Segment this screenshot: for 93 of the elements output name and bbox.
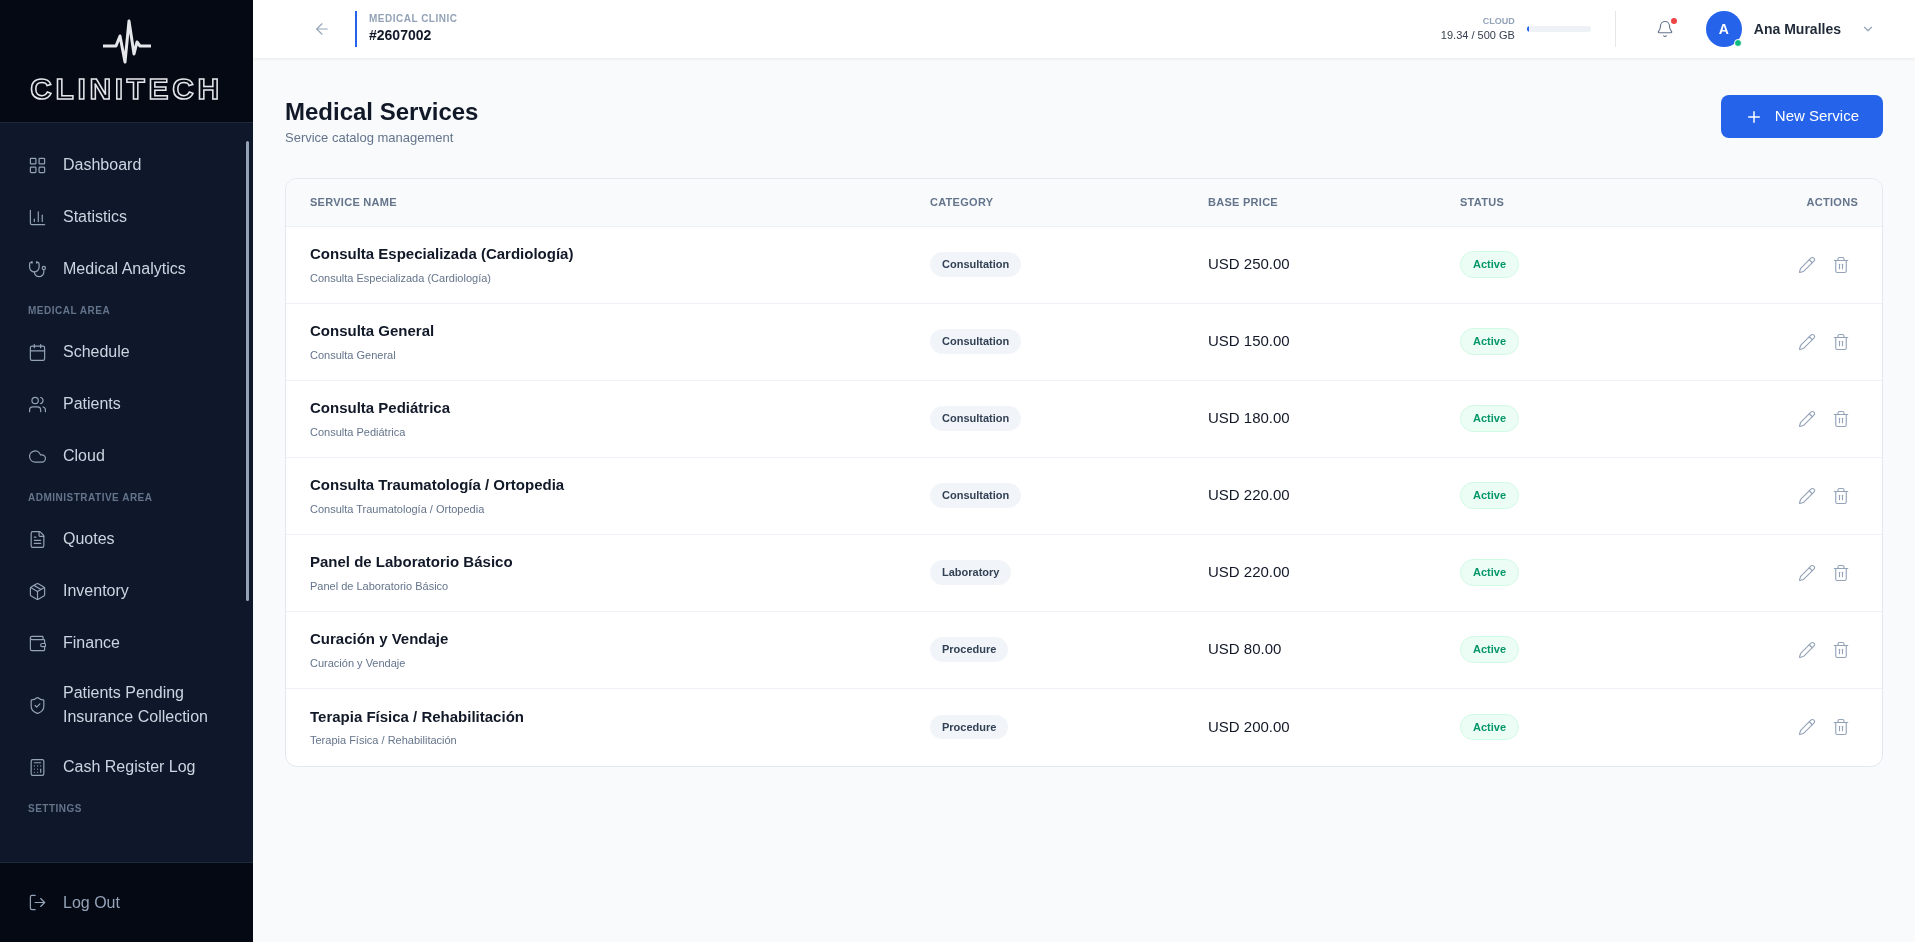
price-cell-text: USD 220.00 <box>1208 485 1291 506</box>
delete-button[interactable] <box>1832 409 1850 428</box>
document-icon <box>28 529 47 549</box>
logo-wordmark: CLINITECH <box>30 74 223 104</box>
wallet-icon <box>28 633 47 653</box>
clinic-label: MEDICAL CLINIC <box>369 13 458 25</box>
edit-button[interactable] <box>1798 718 1816 736</box>
status-badge: Active <box>1460 251 1520 278</box>
service-name: Consulta General <box>310 321 436 341</box>
section-heading: SETTINGS <box>28 802 83 816</box>
logout-icon <box>28 893 47 912</box>
column-header: SERVICE NAME <box>310 194 397 210</box>
nav-item[interactable]: Quotes <box>28 513 225 565</box>
price-cell-text: USD 250.00 <box>1208 254 1291 275</box>
box-icon <box>28 581 47 601</box>
price-cell-text: USD 180.00 <box>1208 408 1291 429</box>
delete-button[interactable] <box>1832 563 1850 582</box>
nav-item[interactable]: Medical Analytics <box>28 243 225 295</box>
edit-button[interactable] <box>1798 486 1816 505</box>
delete-button[interactable] <box>1832 718 1850 736</box>
price-cell-text: USD 200.00 <box>1208 716 1291 737</box>
column-header: ACTIONS <box>1806 194 1858 210</box>
service-description: Consulta General <box>310 347 397 363</box>
page-subtitle: Service catalog management <box>285 129 455 147</box>
status-badge: Active <box>1460 405 1520 432</box>
status-badge: Active <box>1460 559 1520 586</box>
service-name: Consulta Traumatología / Ortopedia <box>310 475 566 495</box>
calendar-icon <box>28 342 47 362</box>
edit-button[interactable] <box>1798 332 1816 351</box>
column-header: BASE PRICE <box>1208 194 1278 210</box>
service-description: Terapia Física / Rehabilitación <box>310 733 458 748</box>
category-tag: Consultation <box>930 483 1022 508</box>
dashboard-grid-icon <box>28 155 47 175</box>
edit-button[interactable] <box>1798 255 1816 274</box>
column-header: CATEGORY <box>930 194 994 210</box>
nav-item[interactable]: Schedule <box>28 326 225 378</box>
service-description: Consulta Pediátrica <box>310 424 407 440</box>
storage-reading: 19.34 / 500 GB <box>1440 28 1515 43</box>
edit-button[interactable] <box>1798 409 1816 428</box>
edit-button[interactable] <box>1798 563 1816 582</box>
delete-button[interactable] <box>1832 486 1850 505</box>
users-icon <box>28 394 47 414</box>
nav-item[interactable]: Inventory <box>28 565 225 617</box>
category-tag: Procedure <box>930 637 1009 662</box>
clinic-id: #2607002 <box>369 26 433 45</box>
stethoscope-icon <box>28 259 47 279</box>
delete-button[interactable] <box>1832 332 1850 351</box>
delete-button[interactable] <box>1832 255 1850 274</box>
status-badge: Active <box>1460 328 1520 355</box>
nav-item[interactable]: Cloud <box>28 430 225 482</box>
column-header: STATUS <box>1460 194 1505 210</box>
notifications-button[interactable] <box>1655 20 1674 38</box>
heartbeat-logo-icon <box>101 18 152 66</box>
edit-button[interactable] <box>1798 640 1816 659</box>
category-tag: Consultation <box>930 406 1022 431</box>
service-name: Curación y Vendaje <box>310 629 450 649</box>
category-tag: Laboratory <box>930 560 1012 585</box>
service-name: Terapia Física / Rehabilitación <box>310 706 525 727</box>
status-badge: Active <box>1460 482 1520 509</box>
back-button[interactable] <box>313 20 331 38</box>
service-description: Curación y Vendaje <box>310 655 407 671</box>
nav-item[interactable]: Dashboard <box>28 139 225 191</box>
new-service-button[interactable]: New Service <box>1720 95 1883 138</box>
status-badge: Active <box>1460 636 1520 663</box>
category-tag: Consultation <box>930 252 1022 277</box>
avatar: A <box>1705 11 1742 47</box>
delete-button[interactable] <box>1832 640 1850 659</box>
price-cell-text: USD 220.00 <box>1208 562 1291 583</box>
nav-item[interactable]: Statistics <box>28 191 225 243</box>
service-name: Panel de Laboratorio Básico <box>310 552 514 572</box>
shield-check-icon <box>28 695 47 715</box>
category-tag: Consultation <box>930 329 1022 354</box>
nav-item[interactable]: Cash Register Log <box>28 741 225 793</box>
nav-item[interactable]: Finance <box>28 617 225 669</box>
nav-item[interactable]: Patients Pending Insurance Collection <box>28 669 225 741</box>
calculator-icon <box>28 757 47 777</box>
service-name: Consulta Pediátrica <box>310 398 452 418</box>
price-cell-text: USD 80.00 <box>1208 639 1283 660</box>
user-menu[interactable]: A Ana Muralles <box>1705 11 1875 47</box>
category-tag: Procedure <box>930 714 1009 740</box>
section-heading: ADMINISTRATIVE AREA <box>28 491 154 505</box>
logout-button[interactable]: Log Out <box>28 890 120 915</box>
service-description: Panel de Laboratorio Básico <box>310 578 450 594</box>
section-heading: MEDICAL AREA <box>28 304 112 318</box>
page-title: Medical Services <box>285 97 479 127</box>
service-description: Consulta Traumatología / Ortopedia <box>310 501 486 517</box>
status-badge: Active <box>1460 713 1520 741</box>
storage-label: CLOUD <box>1482 15 1515 27</box>
service-description: Consulta Especializada (Cardiología) <box>310 270 492 286</box>
price-cell-text: USD 150.00 <box>1208 331 1291 352</box>
bar-chart-icon <box>28 207 47 227</box>
service-name: Consulta Especializada (Cardiología) <box>310 244 575 264</box>
nav-item[interactable]: Patients <box>28 378 225 430</box>
